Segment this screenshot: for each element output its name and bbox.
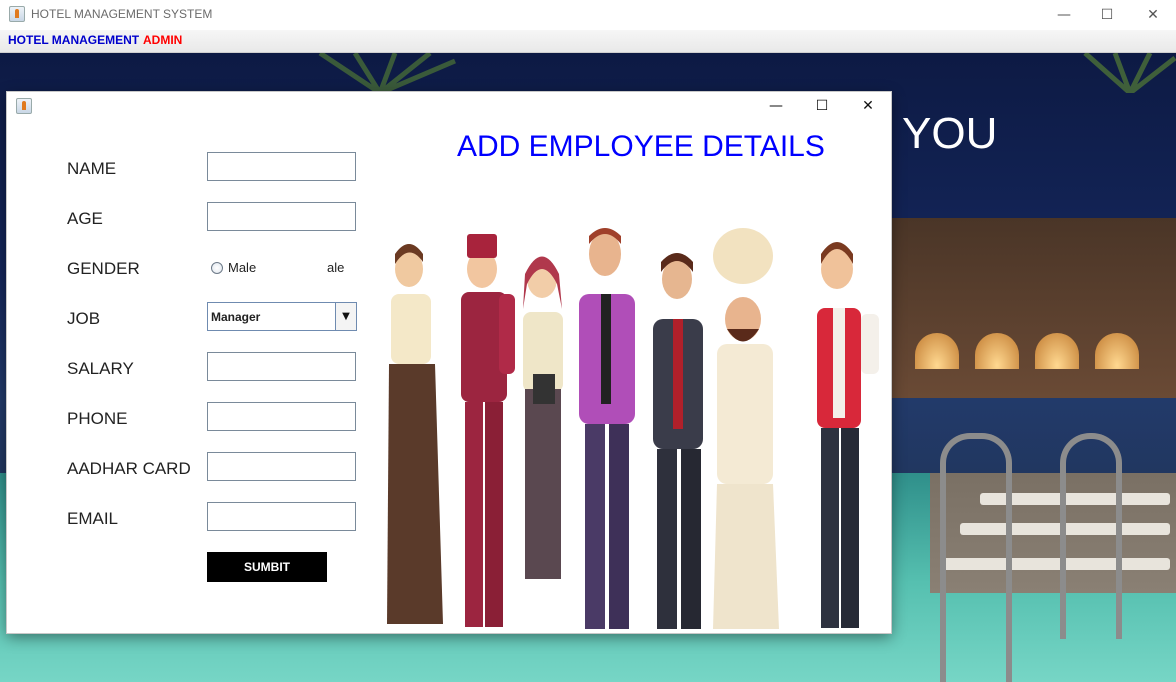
pool-ladder-rail — [940, 433, 1012, 682]
email-input[interactable] — [207, 502, 356, 531]
email-label: EMAIL — [67, 509, 119, 528]
lit-arch — [975, 333, 1019, 369]
menu-hotel-management[interactable]: HOTEL MANAGEMENT — [8, 33, 139, 47]
dialog-minimize-button[interactable]: — — [753, 92, 799, 120]
submit-button[interactable]: SUMBIT — [207, 552, 327, 582]
maximize-button[interactable]: ☐ — [1084, 0, 1130, 30]
lit-arch — [915, 333, 959, 369]
aadhar-input[interactable] — [207, 452, 356, 481]
pool-ladder-rail — [1060, 433, 1122, 639]
java-app-icon — [9, 6, 25, 22]
name-input[interactable] — [207, 152, 356, 181]
gender-female-label[interactable]: ale — [327, 260, 344, 275]
phone-input[interactable] — [207, 402, 356, 431]
lit-arch — [1035, 333, 1079, 369]
palm-fronds-right — [1083, 53, 1176, 93]
dialog-maximize-button[interactable]: ☐ — [799, 92, 845, 120]
dialog-heading: ADD EMPLOYEE DETAILS — [457, 130, 825, 163]
gender-male-label: Male — [228, 260, 257, 275]
salary-input[interactable] — [207, 352, 356, 381]
main-window-title: HOTEL MANAGEMENT SYSTEM — [31, 7, 213, 21]
phone-label: PHONE — [67, 409, 128, 428]
palm-fronds-left — [318, 53, 456, 93]
hotel-building — [890, 218, 1176, 398]
chevron-down-icon[interactable]: ▼ — [335, 303, 356, 330]
minimize-button[interactable]: — — [1041, 0, 1087, 30]
dialog-close-button[interactable]: ✕ — [845, 92, 891, 120]
close-button[interactable]: ✕ — [1130, 0, 1176, 30]
gender-male-radio[interactable] — [211, 262, 223, 274]
gender-label: GENDER — [67, 259, 140, 278]
hotel-staff-illustration — [387, 228, 879, 629]
menu-admin[interactable]: ADMIN — [143, 33, 182, 47]
age-label: AGE — [67, 209, 103, 228]
aadhar-label: AADHAR CARD — [67, 459, 191, 478]
salary-label: SALARY — [67, 359, 134, 378]
job-label: JOB — [67, 309, 101, 328]
age-input[interactable] — [207, 202, 356, 231]
name-label: NAME — [67, 159, 117, 178]
background-heading-text: YOU — [902, 109, 998, 158]
job-selected-value: Manager — [211, 310, 261, 324]
java-app-icon — [16, 98, 32, 114]
menu-bar: HOTEL MANAGEMENT ADMIN — [0, 30, 1176, 53]
job-dropdown[interactable]: Manager ▼ — [207, 302, 357, 331]
lit-arch — [1095, 333, 1139, 369]
main-titlebar: HOTEL MANAGEMENT SYSTEM — ☐ ✕ — [0, 0, 1176, 30]
add-employee-dialog: — ☐ ✕ ADD EMPLOYEE DETAILS NAME AGE GEND… — [7, 92, 891, 633]
